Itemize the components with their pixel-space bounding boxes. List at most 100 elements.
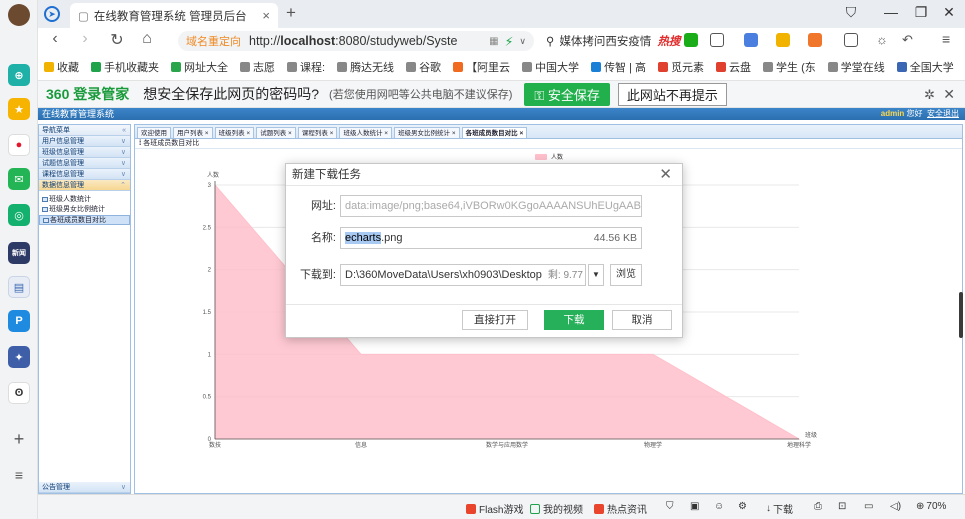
bookmark-item[interactable]: 收藏 <box>44 59 79 75</box>
close-icon[interactable]: ✕ <box>943 86 955 103</box>
image-status-icon[interactable]: ▣ <box>690 501 699 512</box>
chevron-down-icon[interactable]: ∨ <box>519 36 526 47</box>
news-icon[interactable]: 新闻 <box>8 242 30 264</box>
safe-save-button[interactable]: ⚿ 安全保存 <box>524 82 610 106</box>
gear-icon[interactable]: ✲ <box>924 87 935 103</box>
add-icon[interactable]: + <box>8 428 30 450</box>
forward-icon[interactable]: › <box>74 30 96 48</box>
window-icon[interactable]: ▭ <box>864 501 873 512</box>
minimize-icon[interactable]: — <box>881 4 901 20</box>
tab-close-icon[interactable]: × <box>262 8 270 23</box>
filename-input[interactable]: echarts.png 44.56 KB <box>340 227 642 249</box>
browser-logo-icon[interactable]: ➤ <box>44 6 60 22</box>
cancel-button[interactable]: 取消 <box>612 310 672 330</box>
downloads-link[interactable]: ↓ 下载 <box>766 501 793 516</box>
bookmark-item[interactable]: 传智 | 高 <box>591 59 646 75</box>
game-tool-icon[interactable] <box>808 33 822 47</box>
restore-icon[interactable]: ❐ <box>911 4 931 21</box>
scrollbar-handle[interactable] <box>959 292 963 338</box>
face-status-icon[interactable]: ☺ <box>714 501 724 512</box>
menu-list-icon[interactable]: ≡ <box>8 464 30 486</box>
notes-icon[interactable]: ▤ <box>8 276 30 298</box>
app-p-icon[interactable]: P <box>8 310 30 332</box>
close-icon[interactable]: ✕ <box>659 164 672 186</box>
bookmark-item[interactable]: 觅元素 <box>658 59 704 75</box>
weibo-icon[interactable]: ● <box>8 134 30 156</box>
content-tab[interactable]: 用户列表 × <box>173 127 213 138</box>
skin-icon[interactable]: ⛉ <box>841 4 861 21</box>
browse-button[interactable]: 浏览 <box>610 264 642 286</box>
bookmark-item[interactable]: 手机收藏夹 <box>91 59 159 75</box>
sidebar-subitem[interactable]: 各班成员数目对比 <box>39 215 130 225</box>
sidebar-menu-item[interactable]: 班级信息管理 ∨ <box>39 147 130 158</box>
save-path-field[interactable]: D:\360MoveData\Users\xh0903\Desktop 剩: 9.… <box>340 264 586 286</box>
sidebar-menu-item[interactable]: 用户信息管理 ∨ <box>39 136 130 147</box>
home-icon[interactable]: ⌂ <box>136 30 158 48</box>
game-icon[interactable]: ✦ <box>8 346 30 368</box>
theme-icon[interactable]: ☼ <box>876 32 888 47</box>
path-dropdown-icon[interactable]: ▼ <box>588 264 604 286</box>
user-avatar-icon[interactable] <box>8 4 30 26</box>
my-videos-link[interactable]: 我的视频 <box>530 501 583 516</box>
screenshot-icon[interactable]: ⊡ <box>838 501 846 512</box>
undo-icon[interactable]: ↶ <box>902 32 913 48</box>
apps-grid-icon[interactable] <box>844 33 858 47</box>
sidebar-subitem[interactable]: 班级人数统计 <box>39 195 130 205</box>
collapse-icon[interactable]: « <box>122 125 126 136</box>
open-directly-button[interactable]: 直接打开 <box>462 310 528 330</box>
never-ask-button[interactable]: 此网站不再提示 <box>617 82 727 106</box>
bookmark-item[interactable]: 【阿里云 <box>453 59 510 75</box>
content-tab[interactable]: 班级男女比例统计 × <box>394 127 460 138</box>
speed-status-icon[interactable]: ⚙ <box>738 501 747 512</box>
content-tab[interactable]: 欢迎使用 <box>137 127 171 138</box>
bookmark-item[interactable]: 课程: <box>287 59 325 75</box>
new-tab-icon[interactable]: + <box>286 3 296 23</box>
translate-tool-icon[interactable] <box>744 33 758 47</box>
bookmark-item[interactable]: 谷歌 <box>406 59 441 75</box>
sidebar-subitem[interactable]: 班级男女比例统计 <box>39 205 130 215</box>
bookmark-item[interactable]: 网址大全 <box>171 59 228 75</box>
zoom-control[interactable]: ⊕ 70% <box>916 501 946 512</box>
translate-icon[interactable]: ⊕ <box>8 64 30 86</box>
main-menu-icon[interactable]: ≡ <box>942 31 950 47</box>
tab-admin-console[interactable]: ▢ 在线教育管理系统 管理员后台 × <box>70 3 278 28</box>
address-bar[interactable]: 域名重定向 http://localhost:8080/studyweb/Sys… <box>178 31 534 51</box>
flash-games-link[interactable]: Flash游戏 <box>466 501 523 516</box>
mail-icon[interactable]: ✉ <box>8 168 30 190</box>
content-tab[interactable]: 课程列表 × <box>297 127 338 138</box>
printer-icon[interactable]: ⎙ <box>814 501 822 512</box>
panda-icon[interactable]: ʘ <box>8 382 30 404</box>
sound-icon[interactable]: ◁) <box>890 501 901 512</box>
content-tab[interactable]: 试题列表 × <box>256 127 296 138</box>
content-tab[interactable]: 各班成员数目对比 × <box>461 127 528 138</box>
bookmark-item[interactable]: 志愿 <box>240 59 275 75</box>
bookmark-icon <box>91 62 101 72</box>
shield-status-icon[interactable]: ⛉ <box>666 501 674 512</box>
reload-icon[interactable]: ↻ <box>106 30 128 50</box>
sidebar-menu-item[interactable]: 课程信息管理 ∨ <box>39 169 130 180</box>
wechat-icon[interactable] <box>684 33 698 47</box>
content-tab[interactable]: 班级人数统计 × <box>339 127 393 138</box>
download-button[interactable]: 下载 <box>544 310 604 330</box>
content-tab[interactable]: 班级列表 × <box>214 127 255 138</box>
bookmark-item[interactable]: 学堂在线 <box>827 59 885 75</box>
qr-icon[interactable]: ▦ <box>489 36 498 47</box>
bookmark-item[interactable]: 全国大学 <box>896 59 954 75</box>
bookmark-item[interactable]: 腾达无线 <box>337 59 394 75</box>
bookmark-item[interactable]: 云盘 <box>716 59 751 75</box>
bookmark-item[interactable]: 学生 (东 <box>763 59 816 75</box>
close-window-icon[interactable]: ✕ <box>939 4 959 21</box>
url-field[interactable]: data:image/png;base64,iVBORw0KGgoAAAANSU… <box>340 195 642 217</box>
logout-link[interactable]: 安全退出 <box>927 109 959 118</box>
hot-news-link[interactable]: 热点资讯 <box>594 501 647 516</box>
shield-tool-icon[interactable] <box>776 33 790 47</box>
lightning-icon[interactable]: ⚡ <box>505 34 514 49</box>
back-icon[interactable]: ‹ <box>44 30 66 48</box>
bookmark-item[interactable]: 中国大学 <box>522 59 579 75</box>
scissors-icon[interactable] <box>710 33 724 47</box>
menu-notice-management[interactable]: 公告管理 ∨ <box>39 482 130 493</box>
sidebar-menu-item[interactable]: 试题信息管理 ∨ <box>39 158 130 169</box>
favorites-star-icon[interactable]: ★ <box>8 98 30 120</box>
messenger-icon[interactable]: ◎ <box>8 204 30 226</box>
sidebar-menu-item[interactable]: 数据信息管理 ⌃ <box>39 180 130 191</box>
